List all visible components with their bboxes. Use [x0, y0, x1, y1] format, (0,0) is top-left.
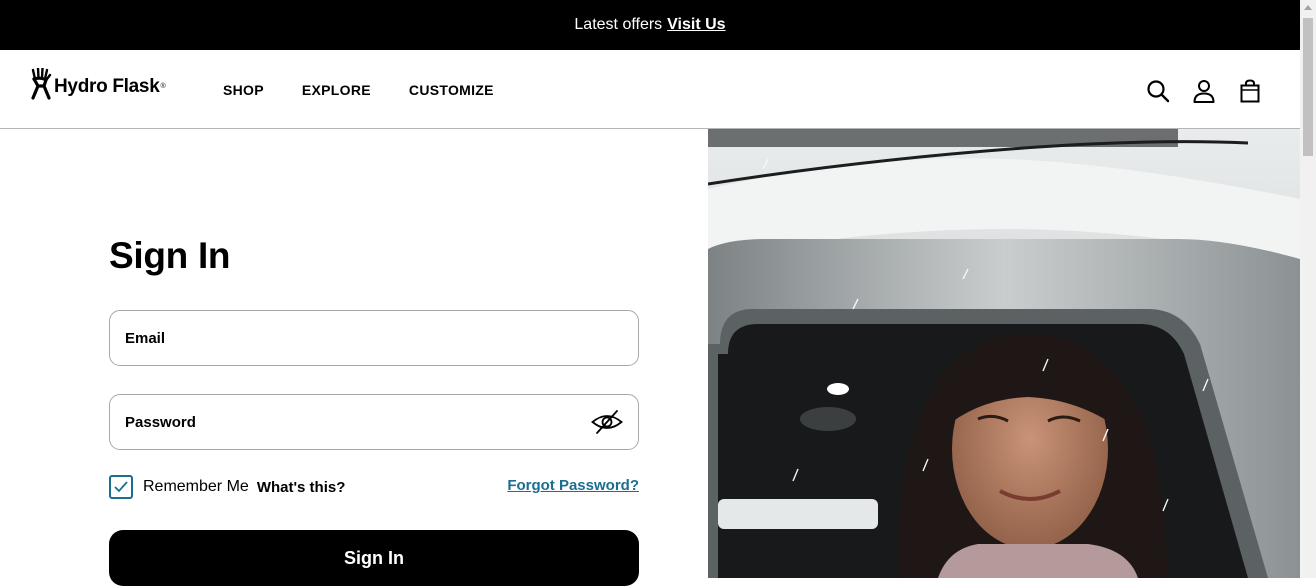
brand-name: Hydro Flask — [54, 75, 160, 97]
search-icon[interactable] — [1145, 78, 1170, 104]
account-icon[interactable] — [1191, 78, 1216, 104]
email-input[interactable] — [110, 311, 638, 365]
eye-slash-icon[interactable] — [591, 409, 623, 440]
hero-image — [708, 129, 1300, 578]
brand-logo[interactable]: Hydro Flask ® — [30, 66, 166, 105]
promo-banner: Latest offers Visit Us — [0, 0, 1300, 50]
scroll-up-icon[interactable] — [1304, 5, 1312, 10]
brand-registered-mark: ® — [160, 83, 166, 90]
promo-text: Latest offers — [574, 16, 663, 33]
promo-link[interactable]: Visit Us — [667, 16, 725, 34]
password-field[interactable]: Password — [109, 394, 639, 450]
page-scrollbar[interactable] — [1300, 0, 1316, 578]
nav-customize[interactable]: CUSTOMIZE — [409, 82, 494, 98]
header-actions — [1145, 78, 1262, 104]
hero-photo — [708, 129, 1300, 578]
nav-explore[interactable]: EXPLORE — [302, 82, 371, 98]
remember-checkbox[interactable] — [109, 475, 133, 499]
nav-shop[interactable]: SHOP — [223, 82, 264, 98]
bag-icon[interactable] — [1237, 78, 1262, 104]
hand-logo-icon — [30, 66, 52, 105]
page-title: Sign In — [109, 235, 231, 276]
email-field[interactable]: Email — [109, 310, 639, 366]
site-header: Hydro Flask ® SHOP EXPLORE CUSTOMIZE — [0, 50, 1300, 129]
remember-row: Remember Me What's this? Forgot Password… — [109, 474, 639, 500]
password-input[interactable] — [110, 395, 638, 449]
check-icon — [114, 481, 128, 493]
main-nav: SHOP EXPLORE CUSTOMIZE — [223, 82, 494, 98]
remember-label: Remember Me — [143, 478, 249, 495]
forgot-password-link[interactable]: Forgot Password? — [507, 477, 639, 494]
scroll-thumb[interactable] — [1303, 18, 1313, 156]
whats-this-link[interactable]: What's this? — [257, 479, 346, 496]
